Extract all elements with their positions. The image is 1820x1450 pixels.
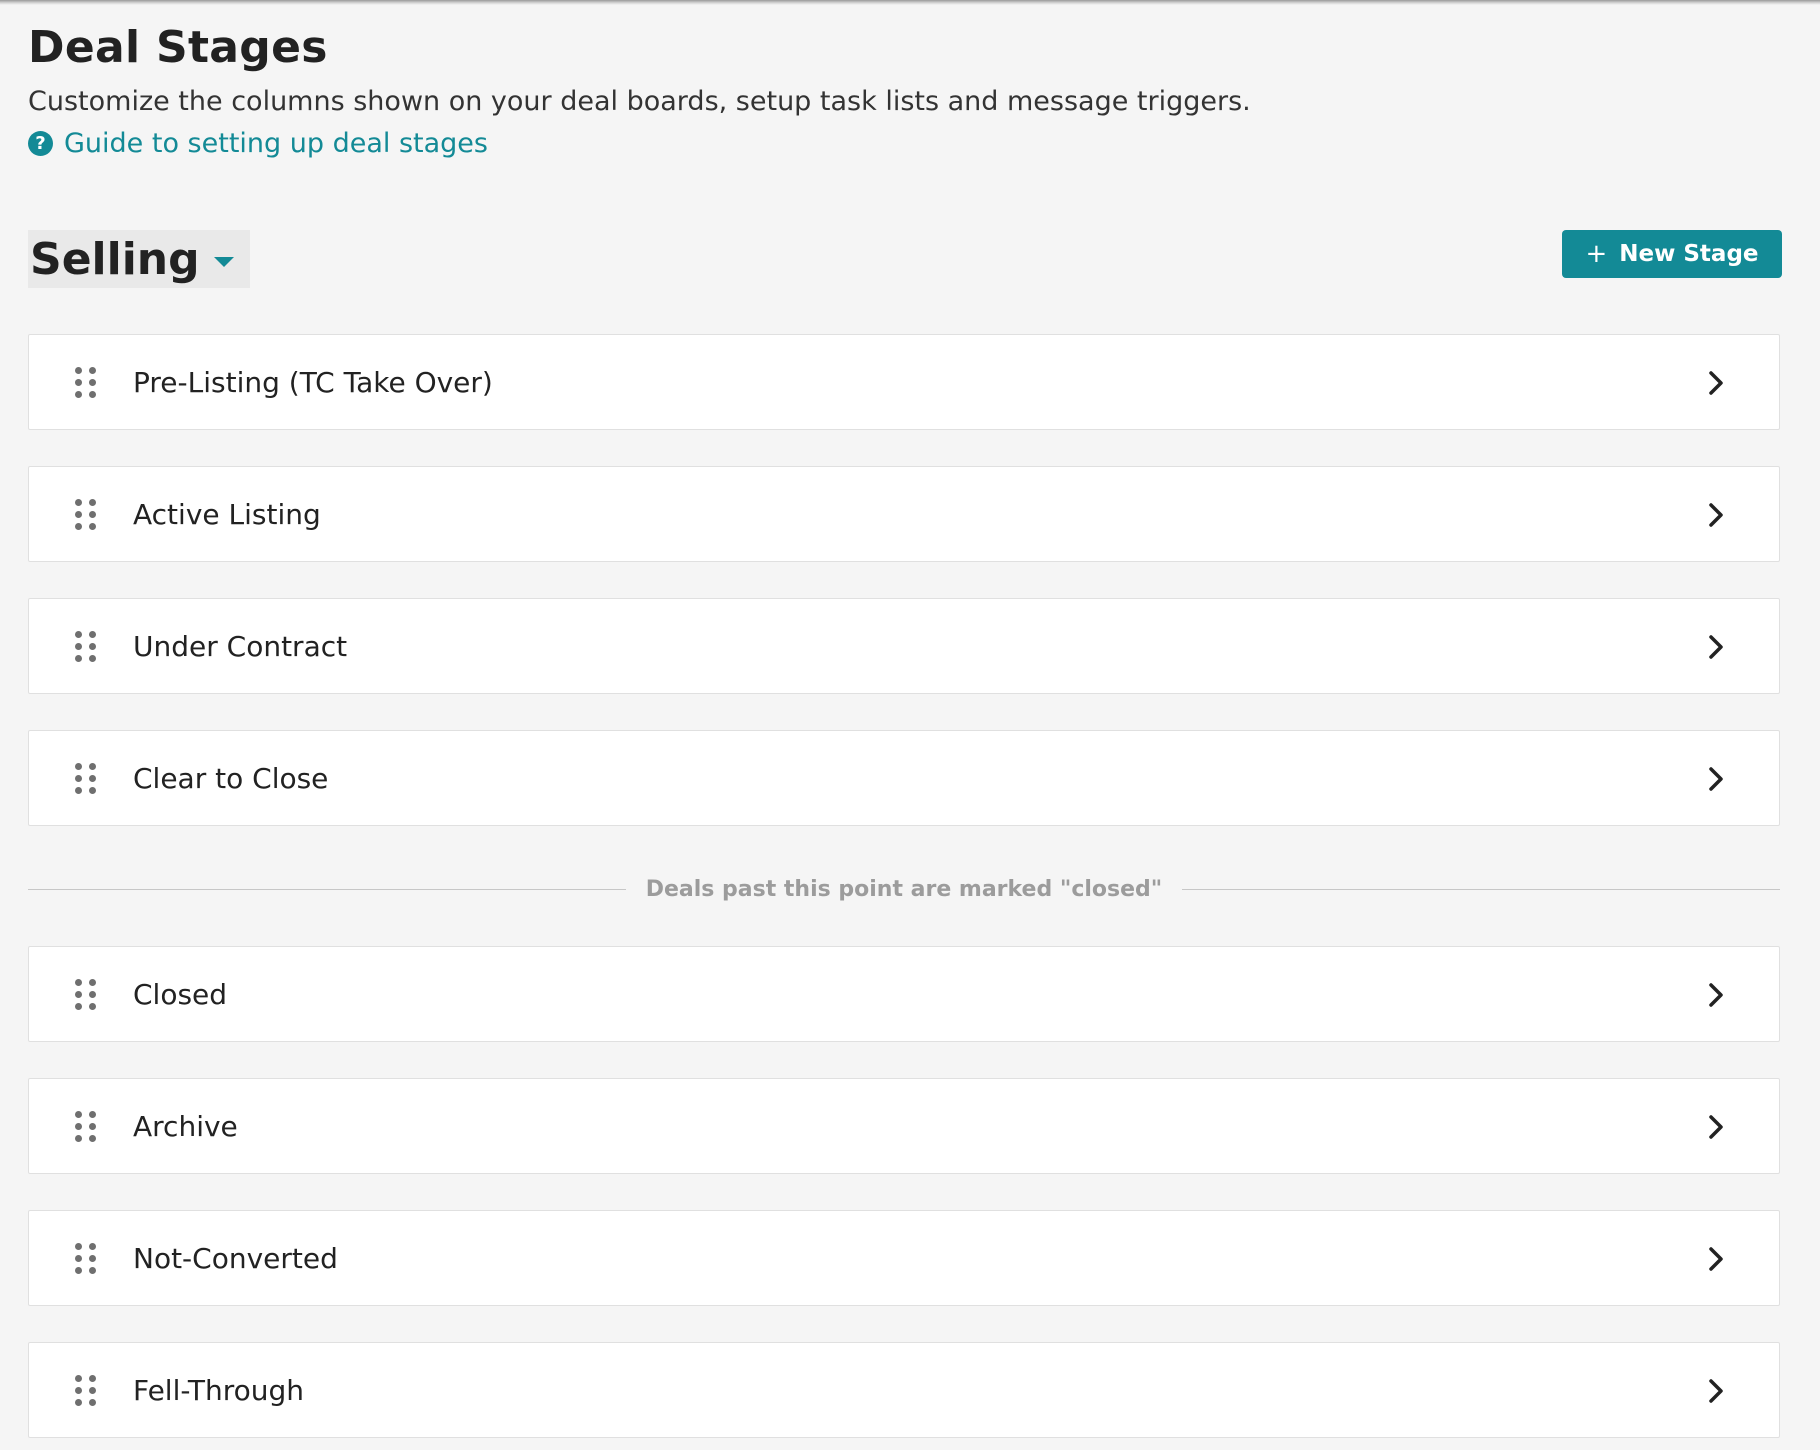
- new-stage-label: New Stage: [1619, 241, 1759, 267]
- stage-label: Clear to Close: [133, 761, 329, 795]
- page-subtitle: Customize the columns shown on your deal…: [28, 86, 1251, 117]
- pipeline-select[interactable]: Selling: [28, 230, 250, 288]
- drag-handle-icon[interactable]: [75, 367, 97, 399]
- divider-line: [1182, 888, 1780, 890]
- chevron-right-icon[interactable]: [1701, 980, 1731, 1010]
- chevron-right-icon[interactable]: [1701, 1112, 1731, 1142]
- stage-label: Pre-Listing (TC Take Over): [133, 365, 493, 399]
- chevron-right-icon[interactable]: [1701, 500, 1731, 530]
- drag-handle-icon[interactable]: [75, 763, 97, 795]
- stage-row[interactable]: Active Listing: [28, 466, 1780, 562]
- pipeline-selected-label: Selling: [30, 233, 200, 285]
- divider-line: [28, 888, 626, 890]
- plus-icon: +: [1585, 239, 1608, 269]
- top-shadow: [0, 0, 1820, 5]
- drag-handle-icon[interactable]: [75, 499, 97, 531]
- guide-link-label: Guide to setting up deal stages: [64, 128, 488, 159]
- drag-handle-icon[interactable]: [75, 1243, 97, 1275]
- stage-label: Archive: [133, 1109, 238, 1143]
- caret-down-icon: [213, 257, 234, 267]
- page-title: Deal Stages: [28, 22, 328, 73]
- drag-handle-icon[interactable]: [75, 1111, 97, 1143]
- stage-row[interactable]: Closed: [28, 946, 1780, 1042]
- stage-row[interactable]: Under Contract: [28, 598, 1780, 694]
- stage-row[interactable]: Not-Converted: [28, 1210, 1780, 1306]
- guide-link[interactable]: ? Guide to setting up deal stages: [28, 128, 488, 159]
- chevron-right-icon[interactable]: [1701, 1376, 1731, 1406]
- drag-handle-icon[interactable]: [75, 1375, 97, 1407]
- stage-label: Under Contract: [133, 629, 348, 663]
- help-icon: ?: [28, 131, 53, 156]
- stage-label: Closed: [133, 977, 228, 1011]
- stage-row[interactable]: Pre-Listing (TC Take Over): [28, 334, 1780, 430]
- chevron-right-icon[interactable]: [1701, 1244, 1731, 1274]
- chevron-right-icon[interactable]: [1701, 632, 1731, 662]
- stage-row[interactable]: Clear to Close: [28, 730, 1780, 826]
- stage-label: Active Listing: [133, 497, 321, 531]
- stage-label: Fell-Through: [133, 1373, 305, 1407]
- drag-handle-icon[interactable]: [75, 979, 97, 1011]
- stage-row[interactable]: Fell-Through: [28, 1342, 1780, 1438]
- closed-divider: Deals past this point are marked "closed…: [28, 874, 1780, 904]
- new-stage-button[interactable]: + New Stage: [1562, 230, 1782, 278]
- drag-handle-icon[interactable]: [75, 631, 97, 663]
- chevron-right-icon[interactable]: [1701, 764, 1731, 794]
- divider-text: Deals past this point are marked "closed…: [645, 876, 1163, 902]
- stage-label: Not-Converted: [133, 1241, 338, 1275]
- chevron-right-icon[interactable]: [1701, 368, 1731, 398]
- stage-row[interactable]: Archive: [28, 1078, 1780, 1174]
